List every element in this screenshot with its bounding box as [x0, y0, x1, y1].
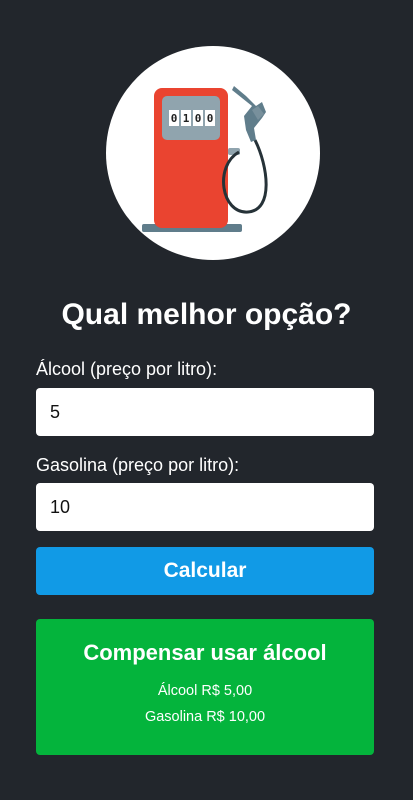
counter-digit: 0	[207, 112, 214, 125]
result-gasolina-price: Gasolina R$ 10,00	[144, 709, 266, 725]
alcool-price-input[interactable]	[36, 388, 374, 436]
gasolina-price-input[interactable]	[36, 483, 374, 531]
calculate-button[interactable]: Calcular	[36, 547, 374, 595]
result-alcool-price: Álcool R$ 5,00	[157, 683, 253, 699]
logo-circle: 0 1 0 0	[106, 46, 320, 260]
result-panel: Compensar usar álcool Álcool R$ 5,00 Gas…	[36, 619, 374, 755]
fuel-pump-icon: 0 1 0 0	[142, 86, 268, 232]
page-title: Qual melhor opção?	[61, 298, 352, 331]
gasolina-price-label: Gasolina (preço por litro):	[36, 455, 240, 475]
counter-digit: 0	[171, 112, 178, 125]
alcool-price-label: Álcool (preço por litro):	[36, 359, 218, 379]
counter-digit: 0	[195, 112, 202, 125]
result-title: Compensar usar álcool	[83, 640, 327, 665]
counter-digit: 1	[183, 112, 190, 125]
